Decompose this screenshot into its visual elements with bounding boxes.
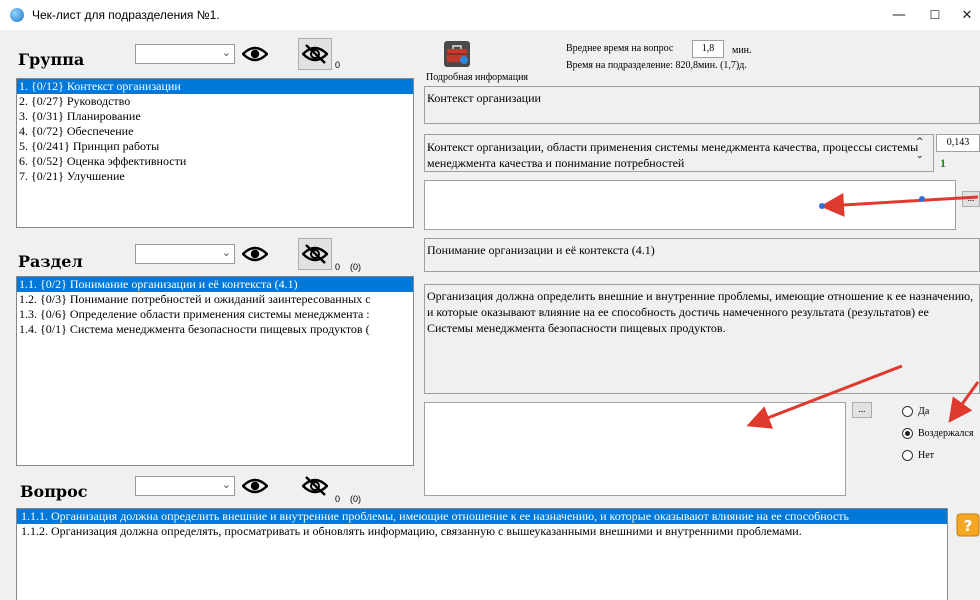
annotation-overlay bbox=[746, 192, 980, 429]
annotation-arrow bbox=[820, 192, 979, 217]
annotation-arrow bbox=[948, 381, 980, 423]
annotation-dot bbox=[819, 203, 825, 209]
annotation-dot bbox=[919, 196, 925, 202]
annotation-arrow bbox=[746, 364, 903, 429]
